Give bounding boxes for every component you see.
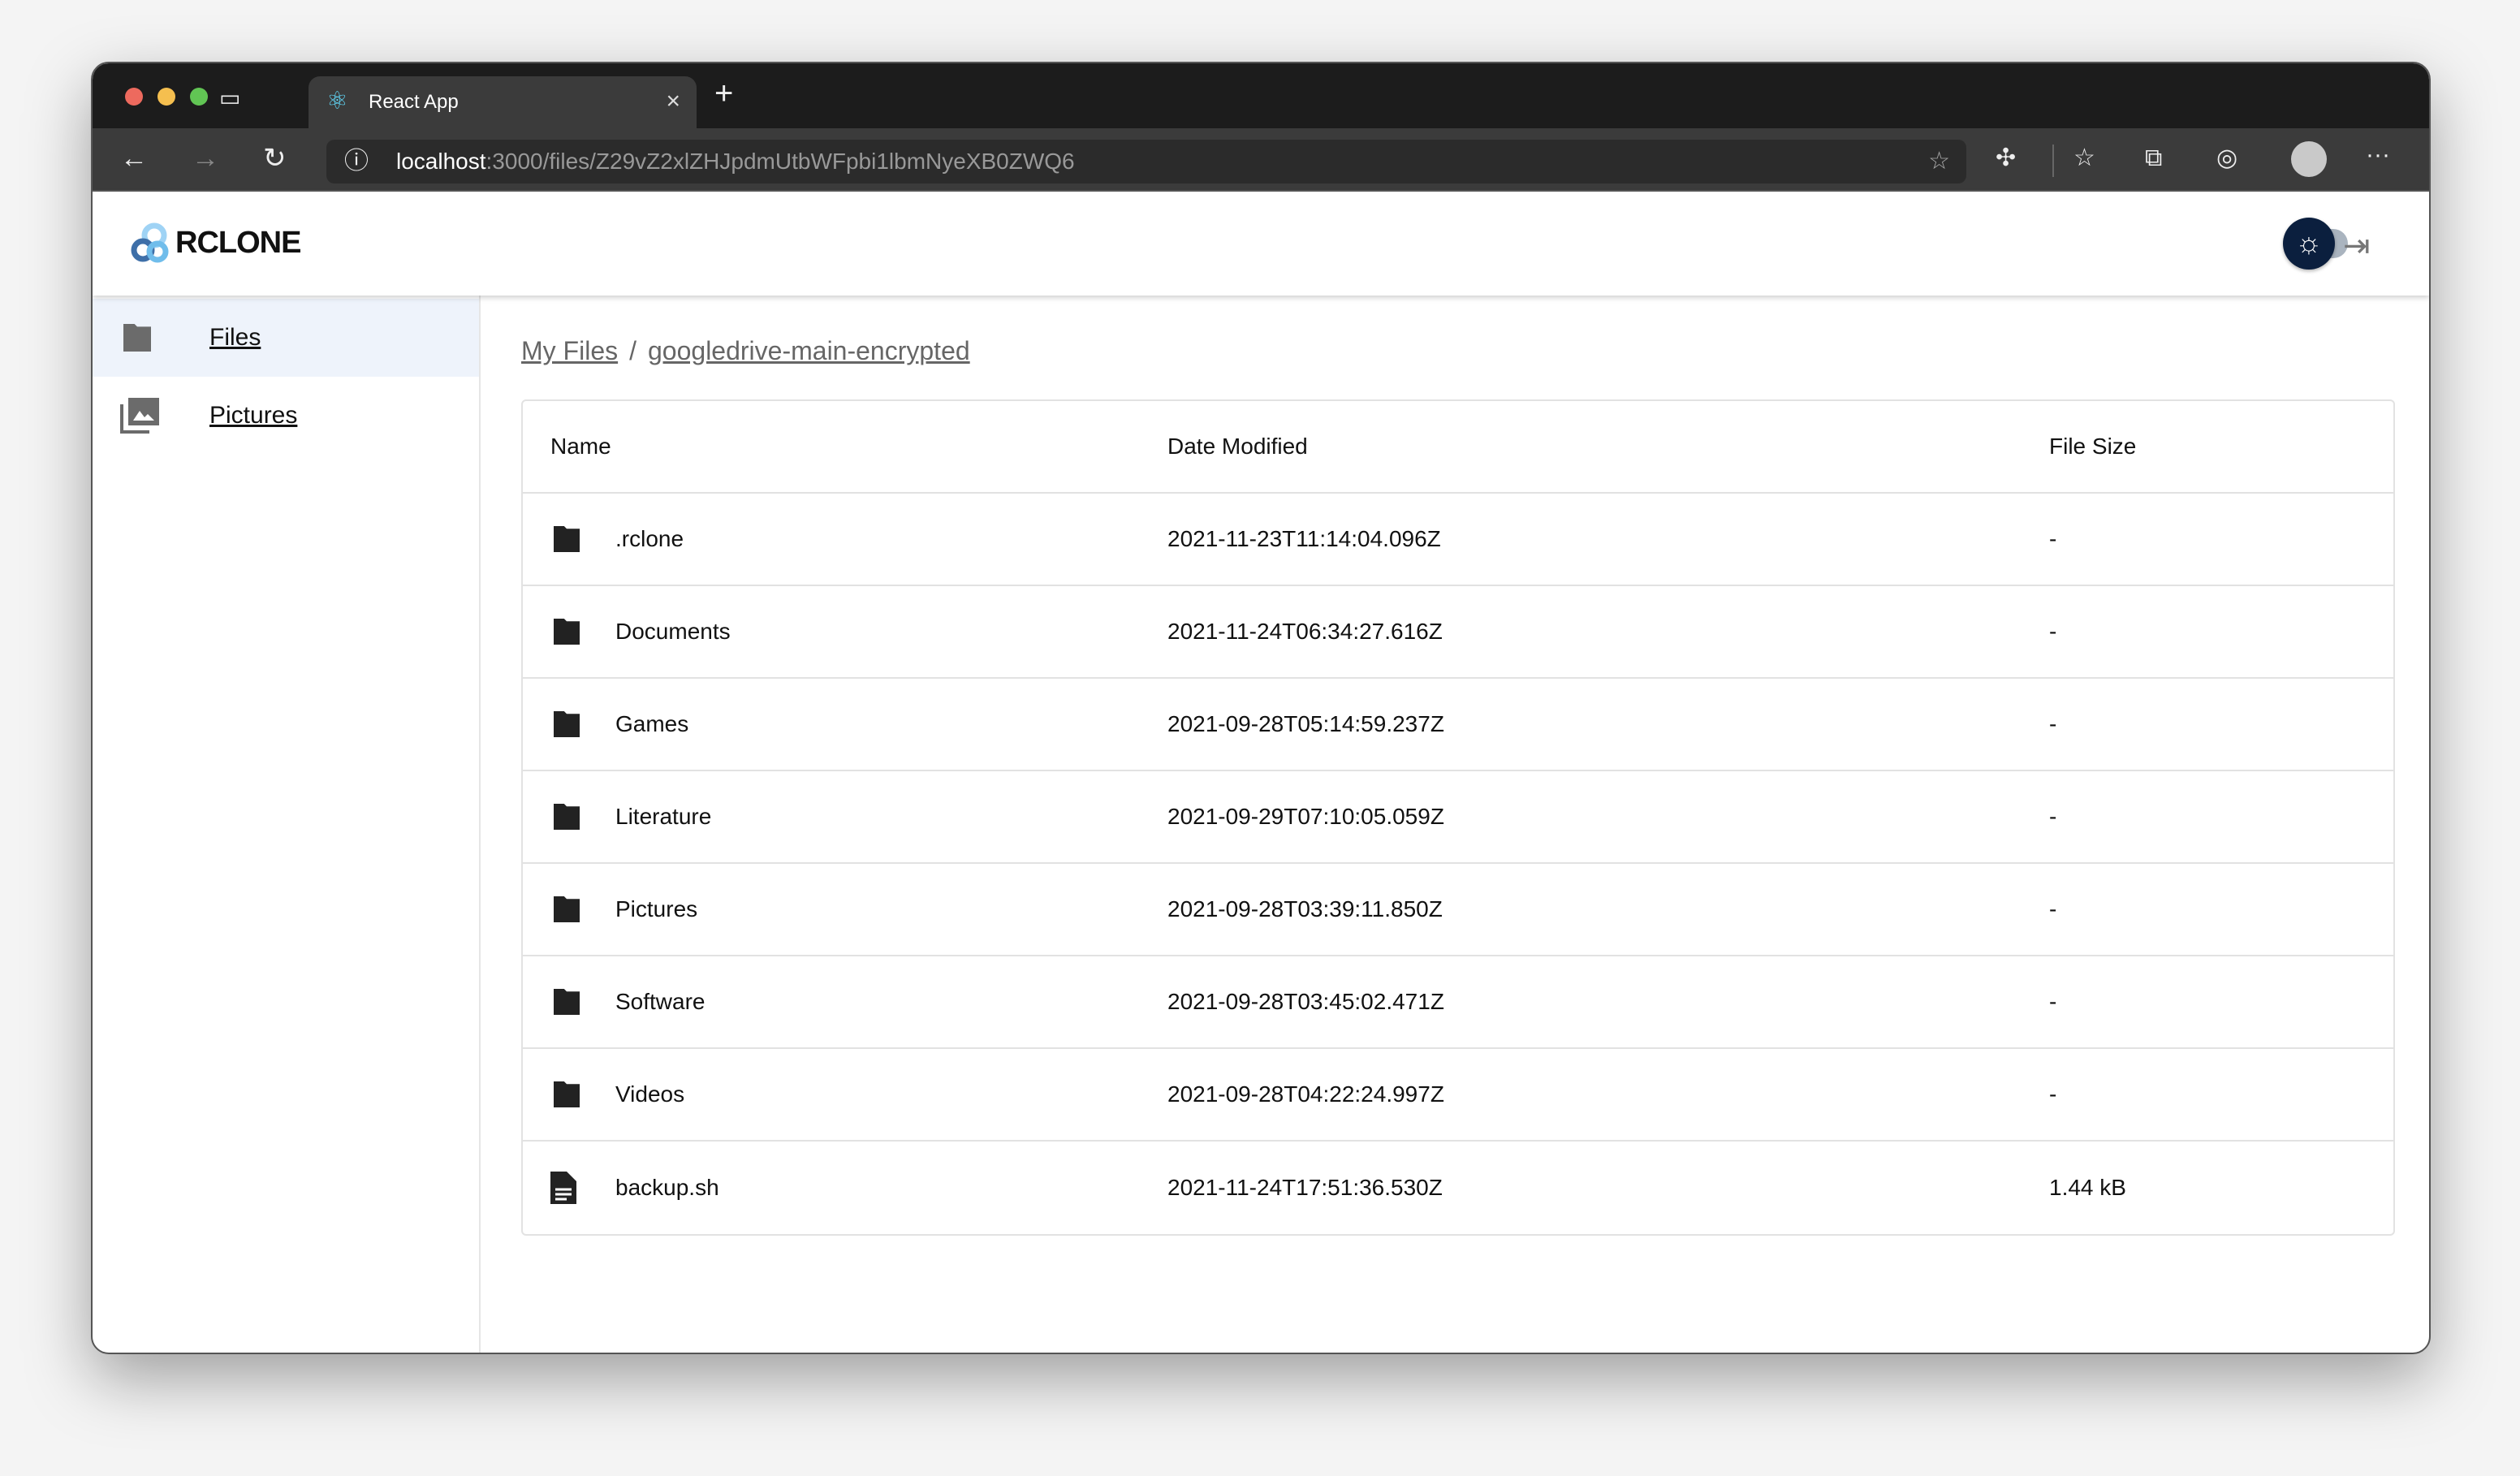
sidebar-item-files[interactable]: Files xyxy=(93,299,479,377)
table-row[interactable]: Pictures 2021-09-28T03:39:11.850Z - xyxy=(523,864,2393,956)
table-header: Name Date Modified File Size xyxy=(523,401,2393,494)
name-cell: Pictures xyxy=(550,896,697,922)
name-cell: .rclone xyxy=(550,526,684,552)
column-header-size[interactable]: File Size xyxy=(2049,434,2136,460)
minimize-window-button[interactable] xyxy=(158,88,175,106)
date-modified: 2021-09-29T07:10:05.059Z xyxy=(1167,804,1444,829)
date-modified: 2021-09-28T03:45:02.471Z xyxy=(1167,989,1444,1014)
file-table: Name Date Modified File Size .rclone 2021… xyxy=(521,399,2395,1236)
table-row[interactable]: Videos 2021-09-28T04:22:24.997Z - xyxy=(523,1049,2393,1142)
logout-icon[interactable]: ⇥ xyxy=(2343,227,2371,265)
file-size: 1.44 kB xyxy=(2049,1175,2126,1200)
tab-title: React App xyxy=(369,91,459,113)
new-tab-icon[interactable]: + xyxy=(714,77,733,110)
breadcrumb-my-files[interactable]: My Files xyxy=(521,336,618,365)
folder-icon xyxy=(550,804,583,830)
file-size: - xyxy=(2049,989,2057,1014)
table-row[interactable]: backup.sh 2021-11-24T17:51:36.530Z 1.44 kB xyxy=(523,1142,2393,1234)
file-name[interactable]: Software xyxy=(615,989,706,1015)
sidebar: Files Pictures xyxy=(93,296,481,1353)
file-size: - xyxy=(2049,619,2057,644)
file-size: - xyxy=(2049,896,2057,921)
sidebar-item-pictures[interactable]: Pictures xyxy=(93,377,479,455)
table-row[interactable]: Literature 2021-09-29T07:10:05.059Z - xyxy=(523,771,2393,864)
breadcrumb-current[interactable]: googledrive-main-encrypted xyxy=(648,336,970,365)
file-name[interactable]: Pictures xyxy=(615,896,697,922)
file-name[interactable]: backup.sh xyxy=(615,1175,719,1201)
rclone-logo[interactable]: RCLONE xyxy=(130,222,301,263)
tab-bar: ▭ ⚛ React App × + xyxy=(93,63,2429,128)
folder-icon xyxy=(550,989,583,1015)
table-row[interactable]: .rclone 2021-11-23T11:14:04.096Z - xyxy=(523,494,2393,586)
folder-icon xyxy=(550,526,583,552)
browser-window: ▭ ⚛ React App × + ← → ↻ ⓘ localhost:3000… xyxy=(91,62,2431,1354)
sun-icon: ☼ xyxy=(2283,218,2335,270)
browser-toolbar: ← → ↻ ⓘ localhost:3000/files/Z29vZ2xlZHJ… xyxy=(93,128,2429,192)
table-row[interactable]: Games 2021-09-28T05:14:59.237Z - xyxy=(523,679,2393,771)
extensions-icon[interactable]: ✣ xyxy=(1996,145,2016,172)
table-row[interactable]: Software 2021-09-28T03:45:02.471Z - xyxy=(523,956,2393,1049)
folder-icon xyxy=(550,896,583,922)
more-icon[interactable]: ··· xyxy=(2366,141,2390,169)
logo-text: RCLONE xyxy=(175,225,301,260)
add-favorite-icon[interactable]: ☆ xyxy=(1928,140,1950,183)
date-modified: 2021-11-24T17:51:36.530Z xyxy=(1167,1175,1443,1200)
name-cell: Literature xyxy=(550,804,711,830)
name-cell: backup.sh xyxy=(550,1172,719,1204)
address-bar[interactable]: ⓘ localhost:3000/files/Z29vZ2xlZHJpdmUtb… xyxy=(326,140,1966,183)
folder-icon xyxy=(550,1081,583,1107)
date-modified: 2021-11-24T06:34:27.616Z xyxy=(1167,619,1443,644)
back-icon[interactable]: ← xyxy=(120,145,148,172)
theme-toggle[interactable]: ☼ xyxy=(2283,218,2348,270)
file-name[interactable]: Videos xyxy=(615,1081,684,1107)
screenshot-icon[interactable]: ◎ xyxy=(2216,145,2237,172)
maximize-window-button[interactable] xyxy=(190,88,208,106)
file-size: - xyxy=(2049,711,2057,736)
file-name[interactable]: Literature xyxy=(615,804,711,830)
file-icon xyxy=(550,1172,583,1204)
folder-icon xyxy=(550,711,583,737)
name-cell: Software xyxy=(550,989,706,1015)
close-tab-icon[interactable]: × xyxy=(666,88,680,115)
breadcrumb-separator: / xyxy=(629,336,636,365)
breadcrumb: My Files / googledrive-main-encrypted xyxy=(521,336,970,366)
folder-icon xyxy=(123,324,151,352)
close-window-button[interactable] xyxy=(125,88,143,106)
name-cell: Documents xyxy=(550,619,731,645)
name-cell: Videos xyxy=(550,1081,684,1107)
table-row[interactable]: Documents 2021-11-24T06:34:27.616Z - xyxy=(523,586,2393,679)
sidebar-item-label: Pictures xyxy=(209,402,298,429)
rclone-logo-icon xyxy=(131,222,169,263)
file-size: - xyxy=(2049,1081,2057,1107)
file-size: - xyxy=(2049,526,2057,551)
date-modified: 2021-09-28T05:14:59.237Z xyxy=(1167,711,1444,736)
tab-actions-icon[interactable]: ▭ xyxy=(219,84,240,112)
column-header-name[interactable]: Name xyxy=(550,434,611,460)
date-modified: 2021-09-28T04:22:24.997Z xyxy=(1167,1081,1444,1107)
forward-icon[interactable]: → xyxy=(192,145,219,172)
date-modified: 2021-11-23T11:14:04.096Z xyxy=(1167,526,1441,551)
reload-icon[interactable]: ↻ xyxy=(263,145,287,172)
date-modified: 2021-09-28T03:39:11.850Z xyxy=(1167,896,1443,921)
photo-library-icon xyxy=(120,398,159,434)
collections-icon[interactable]: ⧉ xyxy=(2145,145,2162,172)
file-name[interactable]: Games xyxy=(615,711,688,737)
url-path: :3000/files/Z29vZ2xlZHJpdmUtbWFpbi1lbmNy… xyxy=(485,149,1075,174)
favorites-icon[interactable]: ☆ xyxy=(2073,145,2095,172)
url-host: localhost xyxy=(396,149,486,174)
profile-avatar[interactable] xyxy=(2291,141,2327,177)
info-icon: ⓘ xyxy=(344,148,369,175)
tab-react-app[interactable]: ⚛ React App × xyxy=(309,76,697,128)
file-size: - xyxy=(2049,804,2057,829)
folder-icon xyxy=(550,619,583,645)
app-header: RCLONE ☼ ⇥ xyxy=(93,192,2429,296)
column-header-date[interactable]: Date Modified xyxy=(1167,434,1308,460)
file-name[interactable]: .rclone xyxy=(615,526,684,552)
toolbar-divider xyxy=(2052,145,2054,177)
name-cell: Games xyxy=(550,711,688,737)
react-favicon-icon: ⚛ xyxy=(326,88,348,114)
sidebar-item-label: Files xyxy=(209,324,261,351)
file-name[interactable]: Documents xyxy=(615,619,731,645)
